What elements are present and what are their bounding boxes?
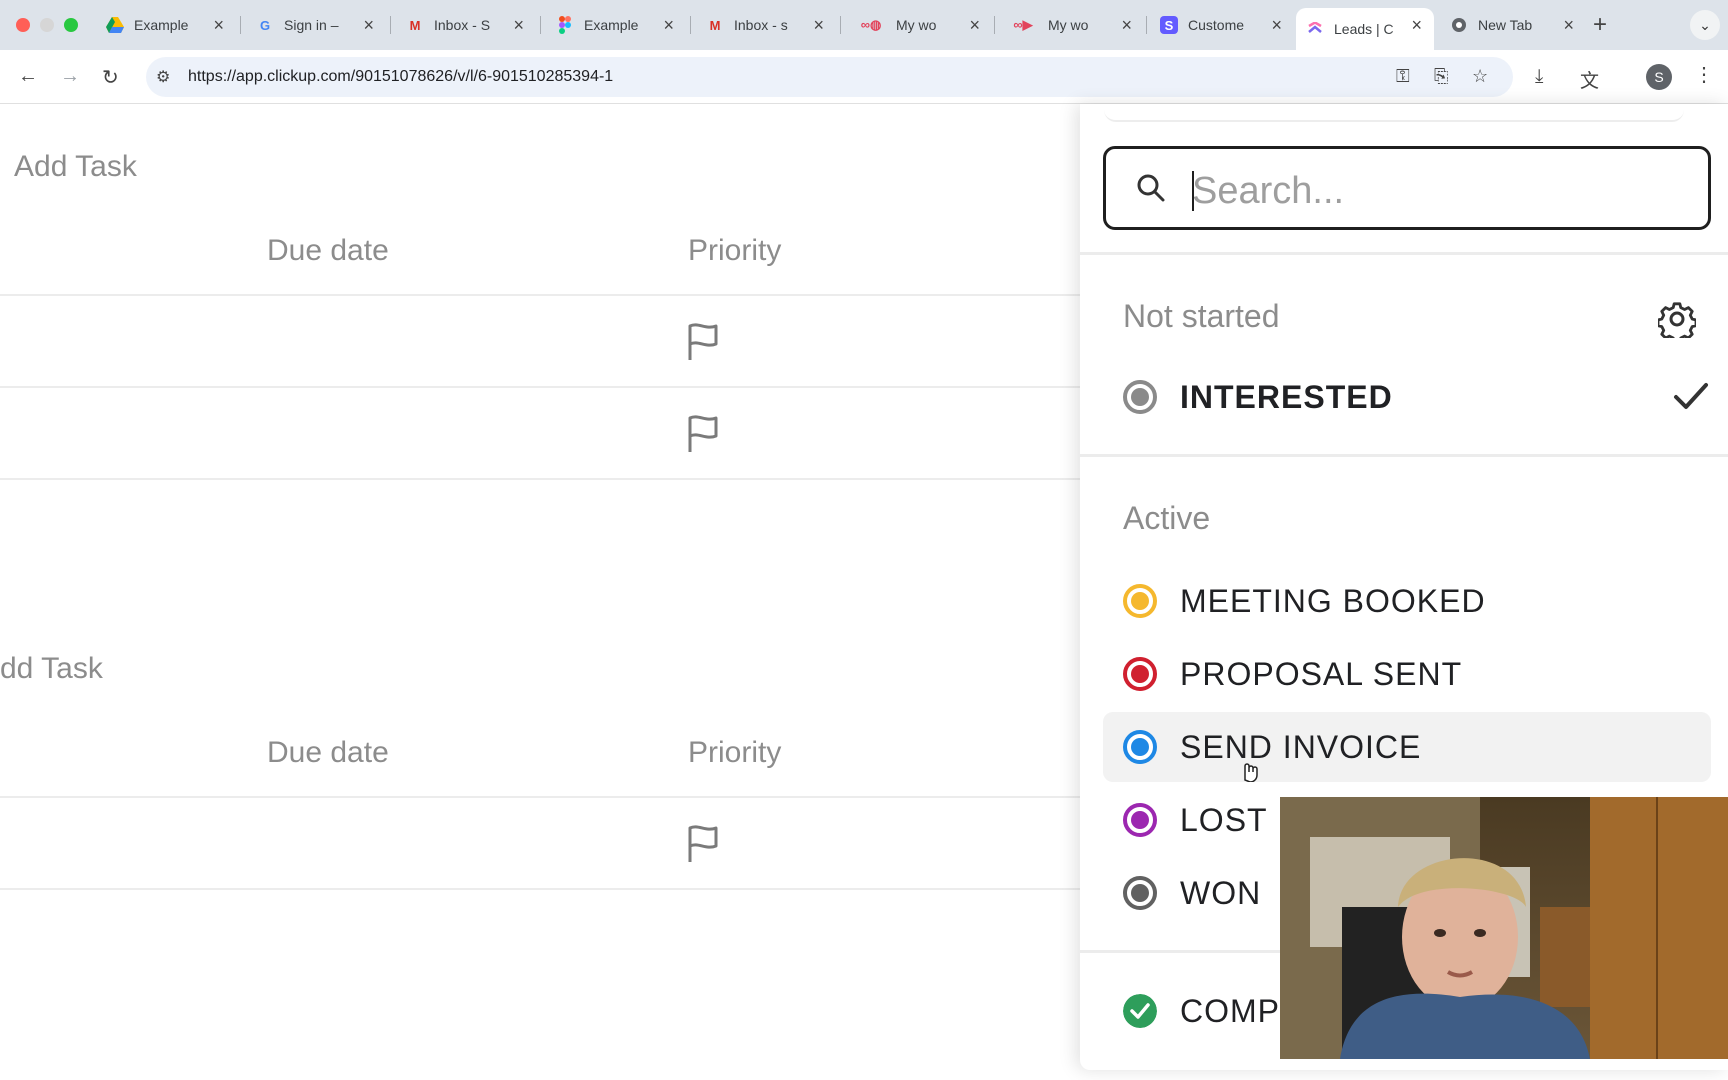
group-heading-active: Active [1123,500,1211,536]
profile-avatar[interactable]: S [1646,64,1672,90]
close-icon[interactable]: × [1411,15,1422,36]
google-icon: G [259,17,271,33]
hand-cursor-icon [1244,763,1258,782]
browser-tab-bar: Example × G Sign in – × M Inbox - S × Ex… [0,0,1728,50]
group-heading-not-started: Not started [1123,298,1280,334]
browser-tab[interactable]: Example × [96,8,236,42]
gmail-icon: M [709,17,721,33]
stripe-icon: S [1160,16,1178,34]
password-key-icon[interactable]: ⚿ [1396,66,1410,87]
status-search[interactable] [1103,146,1711,230]
close-icon[interactable]: × [813,15,824,36]
download-icon[interactable]: ⤓ [1535,66,1543,88]
task-list: Add Task Due date Priority dd Task Due d… [0,104,1080,1080]
site-settings-icon[interactable]: ⚙ [156,67,170,87]
status-option-send-invoice[interactable]: SEND INVOICE [1103,712,1711,782]
search-icon [1137,174,1165,202]
figma-icon [556,16,574,34]
add-task-button[interactable]: dd Task [0,652,103,686]
priority-flag-icon[interactable] [686,414,720,454]
install-app-icon[interactable]: ⎘ [1434,66,1448,87]
gear-icon[interactable] [1658,300,1696,338]
browser-tab-active[interactable]: Leads | C × [1296,8,1434,50]
bookmark-star-icon[interactable]: ☆ [1472,66,1488,87]
browser-tab[interactable]: M Inbox - s × [696,8,836,42]
window-maximize-button[interactable] [64,18,78,32]
address-bar[interactable]: ⚙ https://app.clickup.com/90151078626/v/… [146,57,1513,97]
webcam-video-overlay [1280,797,1728,1059]
status-dot-icon [1123,584,1157,618]
browser-toolbar: ← → ↻ ⚙ https://app.clickup.com/90151078… [0,50,1728,104]
google-drive-icon [106,16,124,34]
translate-icon[interactable]: 文 [1580,66,1599,93]
priority-flag-icon[interactable] [686,824,720,864]
monday-icon: ∞▶ [1013,17,1033,32]
column-header-due-date[interactable]: Due date [267,234,389,268]
add-task-button[interactable]: Add Task [14,150,137,184]
status-dot-icon [1123,730,1157,764]
column-header-due-date[interactable]: Due date [267,736,389,770]
column-header-priority[interactable]: Priority [688,234,781,268]
close-icon[interactable]: × [969,15,980,36]
close-icon[interactable]: × [363,15,374,36]
browser-tab[interactable]: ∞▶ My wo × [998,8,1144,42]
window-close-button[interactable] [16,18,30,32]
window-minimize-button[interactable] [40,18,54,32]
status-option-meeting-booked[interactable]: MEETING BOOKED [1103,566,1711,636]
close-icon[interactable]: × [1121,15,1132,36]
search-input[interactable] [1192,163,1692,219]
url-text: https://app.clickup.com/90151078626/v/l/… [188,68,614,85]
presenter-video-frame [1280,797,1728,1059]
browser-tab[interactable]: G Sign in – × [246,8,386,42]
chrome-icon [1450,16,1468,34]
forward-arrow-icon[interactable]: → [60,65,80,88]
back-arrow-icon[interactable]: ← [18,65,38,88]
close-icon[interactable]: × [663,15,674,36]
checkmark-icon [1674,383,1708,409]
reload-icon[interactable]: ↻ [102,65,119,90]
browser-tab[interactable]: M Inbox - S × [396,8,536,42]
close-icon[interactable]: × [1271,15,1282,36]
status-dot-icon [1123,803,1157,837]
browser-tab[interactable]: ∞◍ My wo × [846,8,992,42]
status-option-interested[interactable]: INTERESTED [1103,362,1711,432]
status-dot-icon [1123,657,1157,691]
check-circle-icon [1123,994,1157,1028]
column-header-priority[interactable]: Priority [688,736,781,770]
priority-flag-icon[interactable] [686,322,720,362]
browser-tab[interactable]: Example × [546,8,686,42]
gmail-icon: M [409,17,421,33]
browser-tab[interactable]: S Custome × [1150,8,1294,42]
status-dot-icon [1123,876,1157,910]
close-icon[interactable]: × [513,15,524,36]
new-tab-button[interactable]: + [1593,11,1607,39]
status-option-proposal-sent[interactable]: PROPOSAL SENT [1103,639,1711,709]
status-dot-icon [1123,380,1157,414]
clickup-icon [1306,20,1324,38]
browser-tab[interactable]: New Tab × [1440,8,1586,42]
tab-search-chevron-icon[interactable]: ⌄ [1690,10,1720,40]
close-icon[interactable]: × [213,15,224,36]
monday-icon: ∞◍ [860,17,882,32]
browser-menu-icon[interactable]: ⋮ [1694,62,1714,87]
close-icon[interactable]: × [1563,15,1574,36]
